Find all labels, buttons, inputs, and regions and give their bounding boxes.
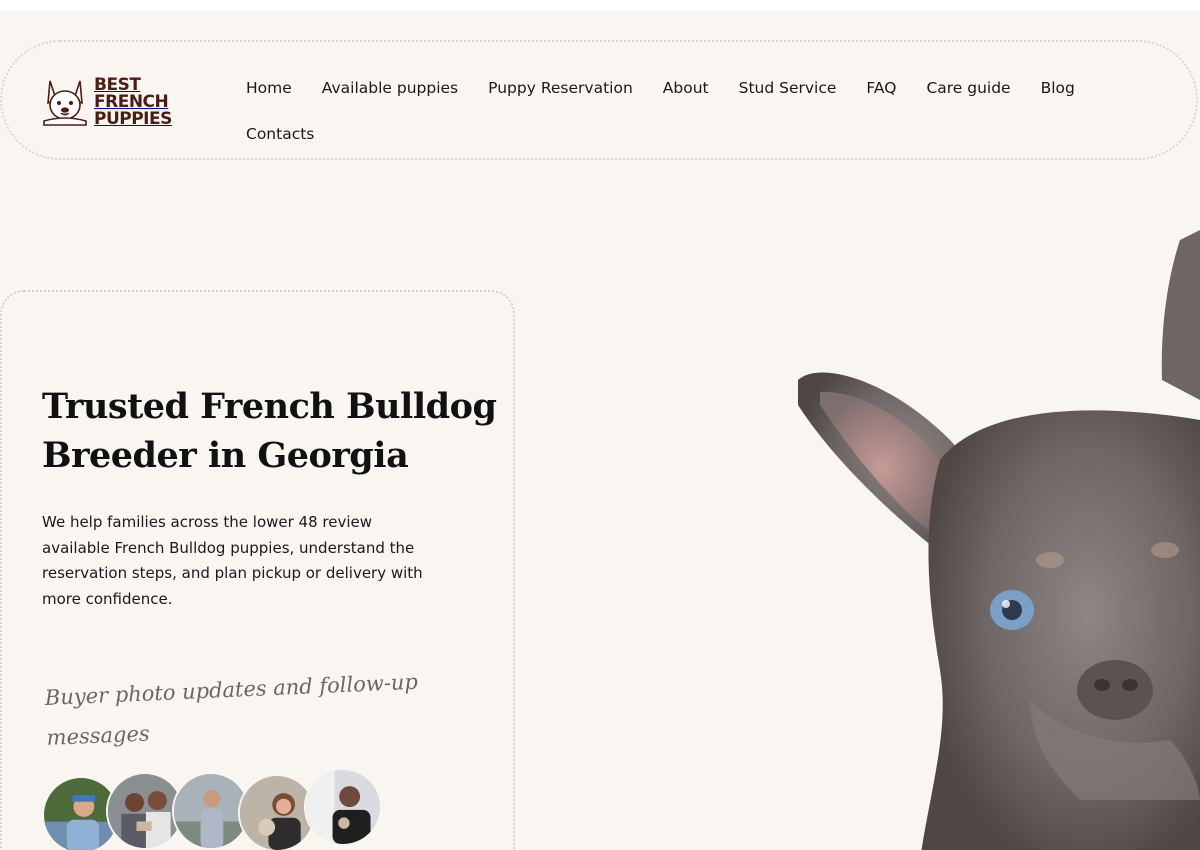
site-logo[interactable]: BEST FRENCH PUPPIES [42,74,182,130]
hero-description: We help families across the lower 48 rev… [42,513,423,608]
buyer-avatars [42,768,402,850]
bulldog-logo-icon [43,80,87,126]
nav-home[interactable]: Home [246,68,292,114]
logo-line-2: FRENCH [94,91,169,112]
french-bulldog-puppy-image [798,230,1200,850]
nav-faq[interactable]: FAQ [866,68,896,114]
logo-line-3: PUPPIES [94,108,172,129]
buyer-updates-caption: Buyer photo updates and follow-up messag… [44,669,419,750]
nav-stud-service[interactable]: Stud Service [739,68,837,114]
nav-blog[interactable]: Blog [1041,68,1075,114]
nav-care-guide[interactable]: Care guide [926,68,1010,114]
nav-available-puppies[interactable]: Available puppies [322,68,458,114]
nav-about[interactable]: About [663,68,709,114]
site-header: BEST FRENCH PUPPIES Home Available puppi… [0,40,1198,160]
logo-line-1: BEST [94,74,141,95]
hero-title: Trusted French Bulldog Breeder in Georgi… [42,386,497,476]
nav-puppy-reservation[interactable]: Puppy Reservation [488,68,633,114]
logo-wordmark: BEST FRENCH PUPPIES [94,74,172,129]
buyer-avatar [304,768,382,846]
page-background: BEST FRENCH PUPPIES Home Available puppi… [0,10,1200,850]
main-navigation: Home Available puppies Puppy Reservation… [246,68,1146,160]
nav-contacts[interactable]: Contacts [246,114,314,160]
